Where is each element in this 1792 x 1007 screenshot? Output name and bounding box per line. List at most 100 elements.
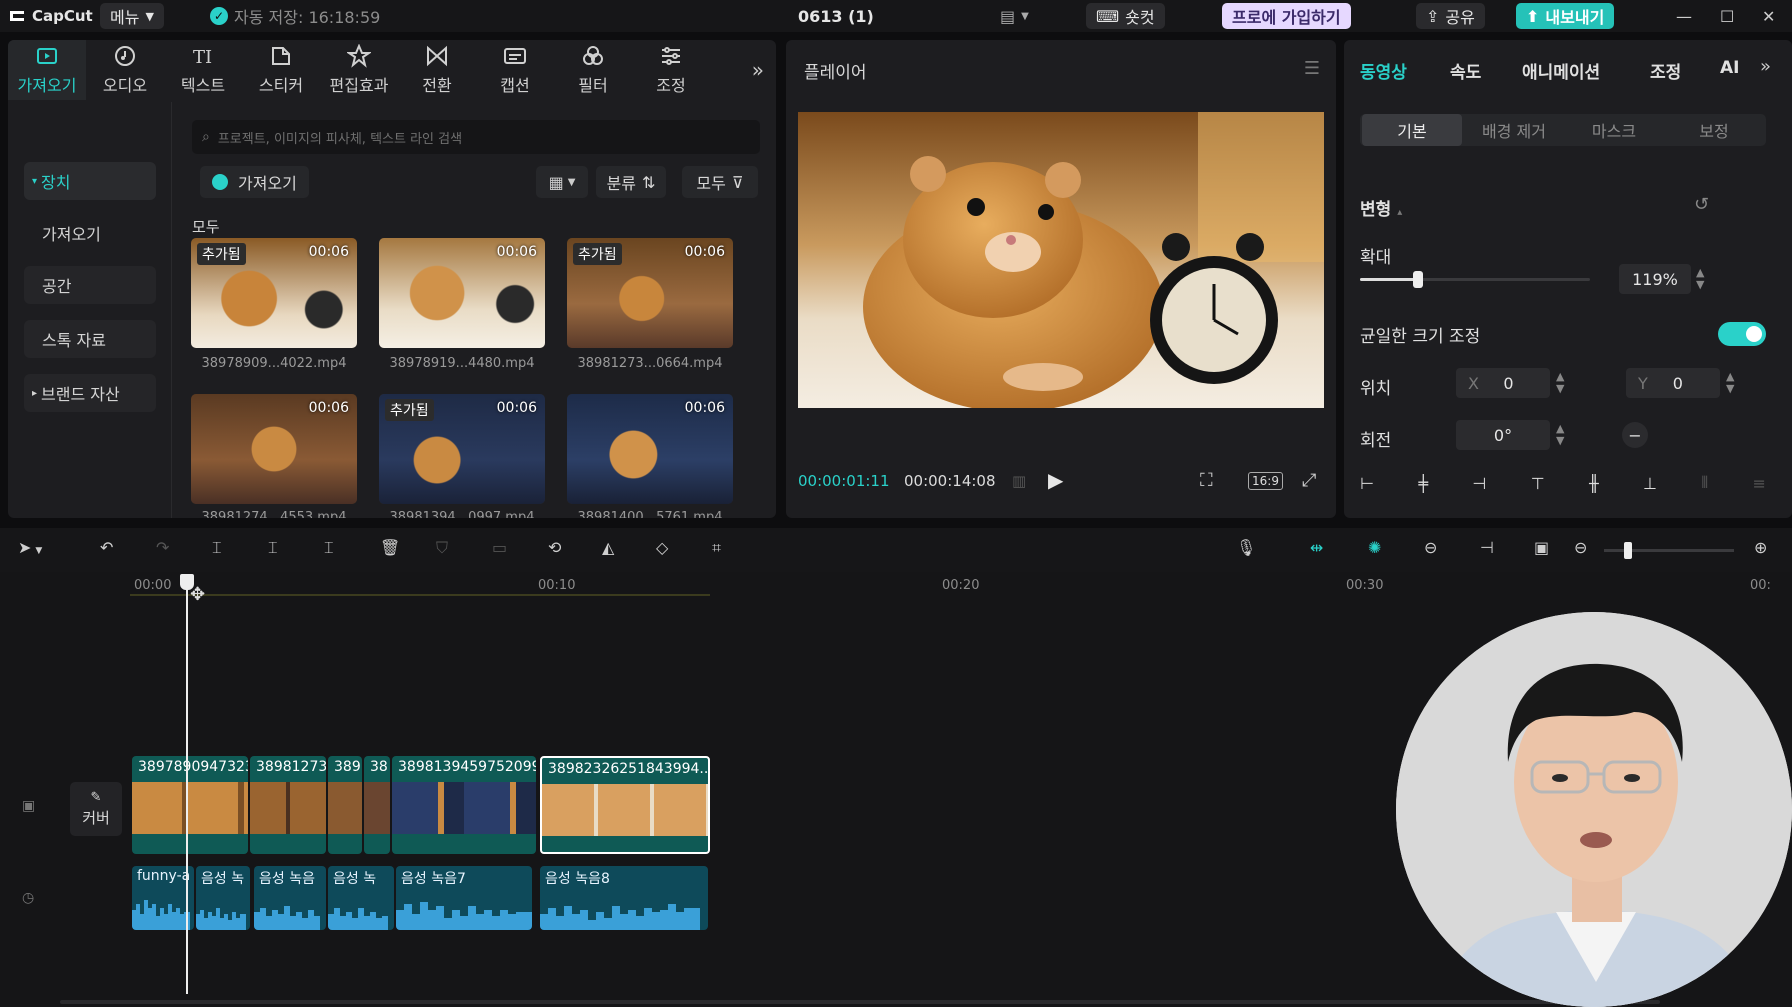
- subtab-mask[interactable]: 마스크: [1564, 114, 1664, 146]
- tab-adjust[interactable]: 조정: [632, 40, 710, 100]
- tab-text[interactable]: TI 텍스트: [164, 40, 242, 100]
- y-stepper[interactable]: ▲ ▼: [1726, 371, 1734, 395]
- preview-axis-button[interactable]: ⊣: [1480, 538, 1504, 562]
- more-tabs-icon[interactable]: »: [752, 58, 764, 82]
- reverse-button[interactable]: ⟲: [548, 538, 572, 562]
- tab-audio[interactable]: 오디오: [86, 40, 164, 100]
- mirror-button[interactable]: ◭: [602, 538, 626, 562]
- export-button[interactable]: ⬆ 내보내기: [1516, 3, 1615, 29]
- align-center-h-icon[interactable]: ╪: [1418, 474, 1428, 493]
- auto-snap-button[interactable]: ✺: [1368, 538, 1392, 562]
- record-audio-button[interactable]: 🎙: [1236, 538, 1260, 562]
- zoom-in-button[interactable]: ⊕: [1754, 538, 1778, 562]
- select-tool-button[interactable]: ➤ ▼: [18, 538, 42, 562]
- search-input[interactable]: ⌕ 프로젝트, 이미지의 피사체, 텍스트 라인 검색: [192, 120, 760, 154]
- media-thumbnail[interactable]: 00:06: [379, 238, 545, 348]
- track-audio-icon[interactable]: ◷: [22, 890, 34, 906]
- audio-clip[interactable]: 음성 녹음: [254, 866, 326, 930]
- sidebar-item-space[interactable]: 공간: [24, 266, 156, 304]
- media-thumbnail[interactable]: 추가됨 00:06: [567, 238, 733, 348]
- rotate-input[interactable]: 0°: [1456, 420, 1550, 450]
- maximize-button[interactable]: ☐: [1720, 3, 1734, 29]
- player-menu-icon[interactable]: ☰: [1304, 58, 1320, 79]
- tab-import[interactable]: 가져오기: [8, 40, 86, 100]
- layout-button[interactable]: ▤ ▼: [1000, 3, 1029, 29]
- position-x-input[interactable]: X0: [1456, 368, 1550, 398]
- align-top-icon[interactable]: ⊤: [1531, 474, 1545, 493]
- screenshot-button[interactable]: ▣: [1534, 538, 1558, 562]
- split-right-button[interactable]: ⌶: [324, 538, 348, 562]
- filter-all-button[interactable]: 모두 ⊽: [682, 166, 758, 198]
- fit-screen-button[interactable]: ⛶: [1200, 470, 1213, 491]
- media-thumbnail[interactable]: 00:06: [191, 394, 357, 504]
- split-left-button[interactable]: ⌶: [268, 538, 292, 562]
- scale-stepper[interactable]: ▲ ▼: [1696, 267, 1704, 291]
- subtab-remove-bg[interactable]: 배경 제거: [1464, 114, 1564, 146]
- tab-animation[interactable]: 애니메이션: [1522, 58, 1600, 83]
- tab-caption[interactable]: 캡션: [476, 40, 554, 100]
- scale-input[interactable]: 119%: [1619, 264, 1691, 294]
- menu-button[interactable]: 메뉴 ▼: [100, 3, 164, 29]
- shortcut-button[interactable]: ⌨ 숏컷: [1086, 3, 1165, 29]
- position-y-input[interactable]: Y0: [1626, 368, 1720, 398]
- reset-icon[interactable]: ↺: [1694, 194, 1709, 215]
- distribute-h-icon[interactable]: ⫴: [1701, 473, 1708, 493]
- audio-clip[interactable]: 음성 녹: [328, 866, 394, 930]
- x-stepper[interactable]: ▲ ▼: [1556, 371, 1564, 395]
- sidebar-item-brand[interactable]: ▸ 브랜드 자산: [24, 374, 156, 412]
- distribute-v-icon[interactable]: ≡: [1753, 474, 1766, 493]
- pro-button[interactable]: 프로에 가입하기: [1222, 3, 1351, 29]
- link-button[interactable]: ⊖: [1424, 538, 1448, 562]
- align-bottom-icon[interactable]: ⊥: [1643, 474, 1657, 493]
- freeze-button[interactable]: ▭: [492, 538, 516, 562]
- subtab-correction[interactable]: 보정: [1664, 114, 1764, 146]
- audio-clip[interactable]: 음성 녹: [196, 866, 250, 930]
- media-thumbnail[interactable]: 00:06: [567, 394, 733, 504]
- sort-button[interactable]: 분류 ⇅: [596, 166, 666, 198]
- share-button[interactable]: ⇪ 공유: [1416, 3, 1485, 29]
- fullscreen-button[interactable]: ⤢: [1302, 470, 1316, 491]
- rotate-button[interactable]: ◇: [656, 538, 680, 562]
- zoom-slider[interactable]: [1604, 542, 1734, 559]
- video-preview[interactable]: [798, 112, 1324, 408]
- zoom-slider-handle[interactable]: [1624, 542, 1632, 559]
- sidebar-item-stock[interactable]: 스톡 자료: [24, 320, 156, 358]
- close-button[interactable]: ✕: [1762, 3, 1775, 29]
- import-button[interactable]: 가져오기: [200, 166, 309, 198]
- split-button[interactable]: ⌶: [212, 538, 236, 562]
- cover-button[interactable]: ✎ 커버: [70, 782, 122, 836]
- view-toggle-button[interactable]: ▦ ▼: [536, 166, 588, 198]
- track-video-icon[interactable]: ▣: [22, 798, 35, 814]
- zoom-out-button[interactable]: ⊖: [1574, 538, 1598, 562]
- more-tabs-icon[interactable]: »: [1760, 56, 1771, 77]
- video-clip[interactable]: 389: [328, 756, 362, 854]
- scale-slider[interactable]: [1360, 271, 1590, 288]
- mark-button[interactable]: ⛉: [436, 538, 460, 562]
- tab-video[interactable]: 동영상: [1360, 58, 1407, 83]
- audio-clip[interactable]: 음성 녹음8: [540, 866, 708, 930]
- tab-speed[interactable]: 속도: [1450, 58, 1481, 83]
- tab-adjust-props[interactable]: 조정: [1650, 58, 1681, 83]
- video-clip[interactable]: 38: [364, 756, 390, 854]
- timeline-scrollbar[interactable]: [60, 1000, 1660, 1004]
- video-clip[interactable]: 38981273: [250, 756, 326, 854]
- tab-ai[interactable]: AI: [1720, 58, 1739, 78]
- media-thumbnail[interactable]: 추가됨 00:06: [191, 238, 357, 348]
- subtab-basic[interactable]: 기본: [1362, 114, 1462, 146]
- aspect-ratio-button[interactable]: 16:9: [1248, 472, 1283, 490]
- tab-sticker[interactable]: 스티커: [242, 40, 320, 100]
- transform-section[interactable]: 변형 ▴: [1360, 195, 1402, 220]
- redo-button[interactable]: ↷: [156, 538, 180, 562]
- play-button[interactable]: ▶: [1048, 468, 1063, 492]
- minimize-button[interactable]: —: [1676, 3, 1692, 29]
- video-clip-selected[interactable]: 38982326251843994...: [540, 756, 710, 854]
- align-left-icon[interactable]: ⊢: [1360, 474, 1374, 493]
- tab-effects[interactable]: 편집효과: [320, 40, 398, 100]
- playhead[interactable]: [180, 574, 194, 994]
- tab-transition[interactable]: 전환: [398, 40, 476, 100]
- rotate-dial[interactable]: −: [1622, 422, 1648, 448]
- timecode-format-icon[interactable]: ▥: [1012, 472, 1026, 490]
- align-center-v-icon[interactable]: ╫: [1589, 474, 1599, 493]
- uniform-scale-toggle[interactable]: [1718, 322, 1766, 346]
- sidebar-item-import[interactable]: 가져오기: [24, 214, 156, 252]
